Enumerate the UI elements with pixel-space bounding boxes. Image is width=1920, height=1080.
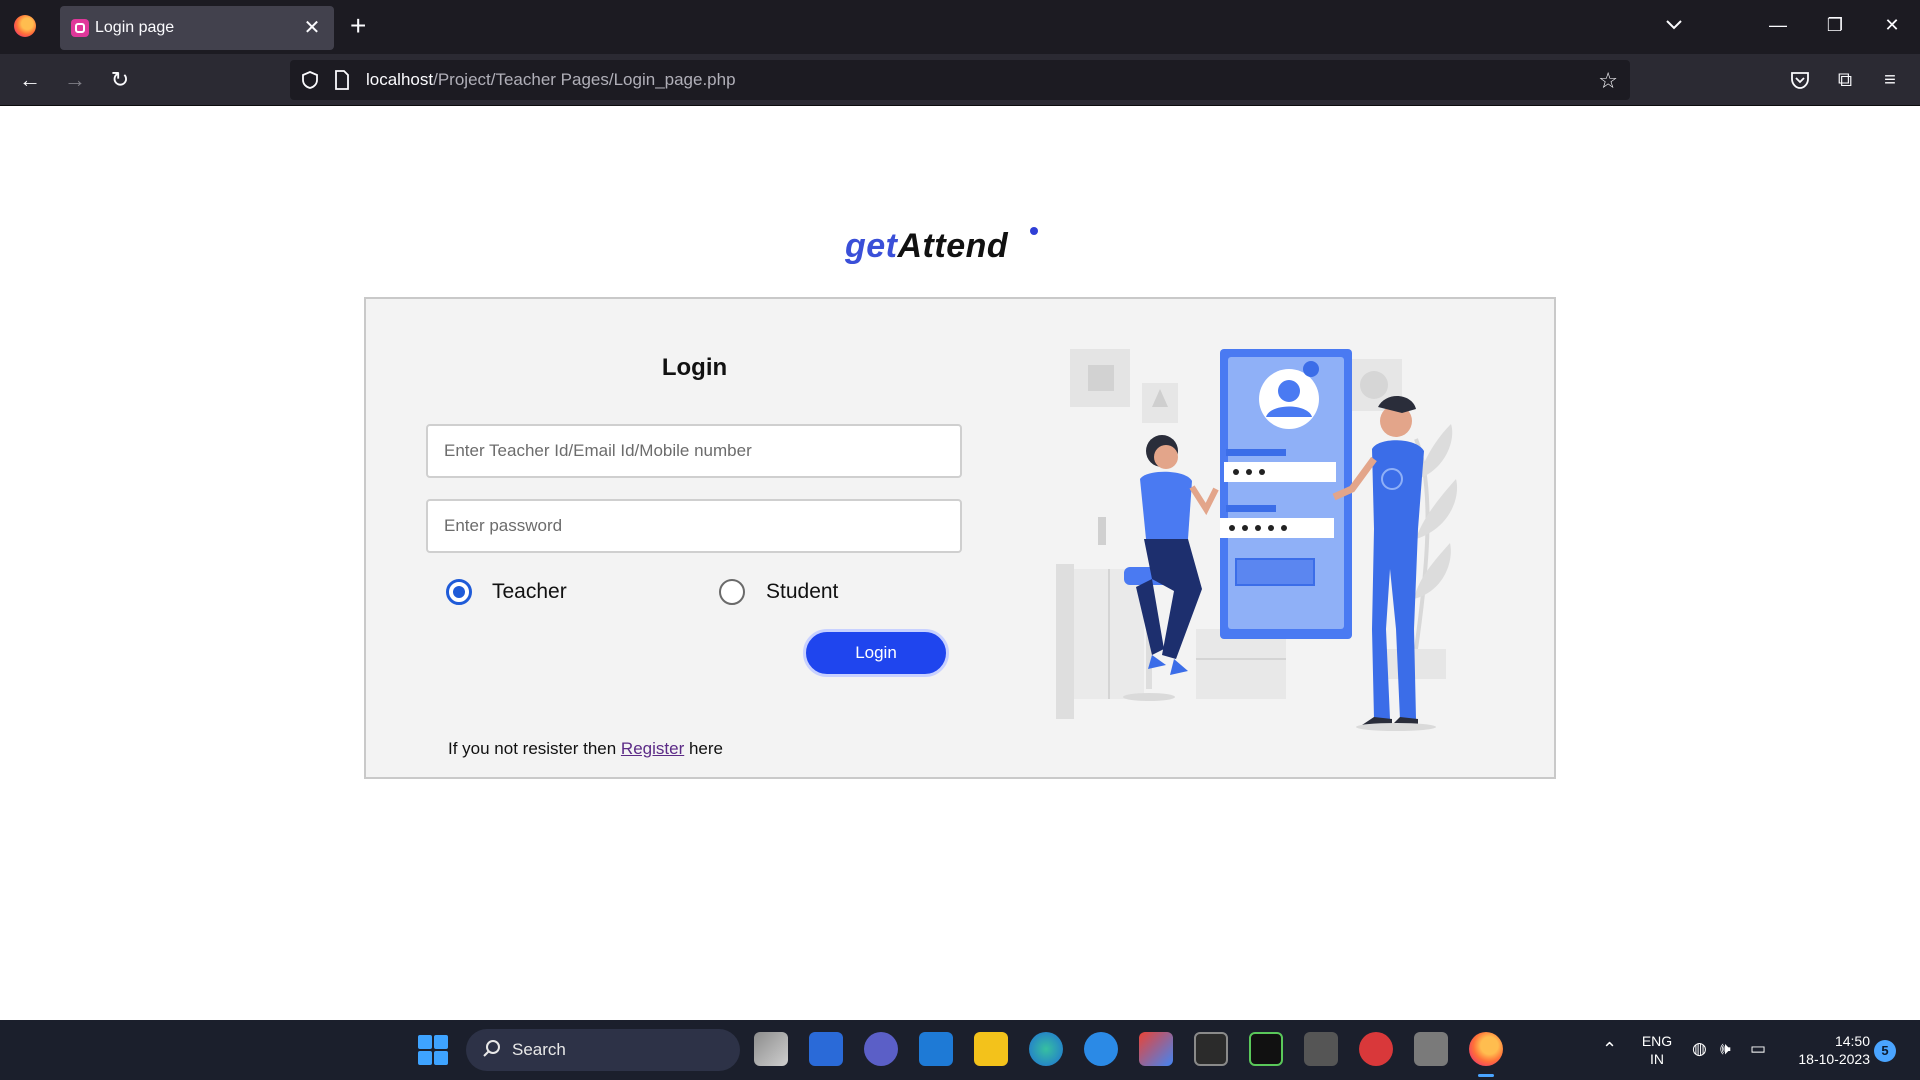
browser-nav-bar: ← → ↻ localhost/Project/Teacher Pages/Lo… [0,54,1920,106]
restore-icon[interactable]: ❐ [1815,10,1855,40]
language-indicator[interactable]: ENG IN [1637,1032,1677,1068]
teacher-radio[interactable] [446,579,472,605]
lang-bottom: IN [1650,1051,1664,1067]
menu-icon[interactable]: ≡ [1876,66,1904,94]
login-title: Login [661,354,728,381]
register-prompt: If you not resister then Register here [448,739,723,759]
minimize-icon[interactable]: — [1758,10,1798,40]
tab-title: Login page [95,19,175,36]
new-tab-button[interactable]: + [350,10,366,42]
forward-icon[interactable]: → [61,66,89,94]
bookmark-star-icon[interactable]: ☆ [1598,68,1618,94]
jetbrains-icon[interactable] [1359,1032,1393,1066]
firefox-taskbar-icon[interactable] [1469,1032,1503,1066]
shield-icon[interactable] [300,70,320,90]
task-view-icon[interactable] [754,1032,788,1066]
user-id-input[interactable] [426,424,962,478]
page-info-icon[interactable] [334,70,350,90]
widgets-icon[interactable] [809,1032,843,1066]
url-text[interactable]: localhost/Project/Teacher Pages/Login_pa… [366,70,736,90]
teams-chat-icon[interactable] [864,1032,898,1066]
start-windows-icon[interactable] [418,1035,448,1065]
clock-time: 14:50 [1834,1033,1870,1049]
search-label: Search [512,1040,566,1059]
lang-top: ENG [1641,1033,1673,1049]
brand-get: get [845,227,898,265]
register-prefix: If you not resister then [448,739,621,758]
login-illustration [1056,349,1458,731]
register-link[interactable]: Register [621,739,684,758]
teacher-radio-label[interactable]: Teacher [492,580,567,604]
volume-icon[interactable]: 🕪 [1720,1040,1731,1058]
brand-logo: getAttend [845,227,1008,266]
tab-favicon-icon [71,19,89,37]
firefox-icon[interactable] [14,15,36,37]
file-explorer-icon[interactable] [974,1032,1008,1066]
battery-icon[interactable]: ▭ [1750,1040,1766,1058]
notification-badge[interactable]: 5 [1874,1040,1896,1062]
brand-dot [1030,227,1038,235]
register-suffix: here [684,739,723,758]
gmail-icon[interactable] [1139,1032,1173,1066]
login-card: Login Teacher Student Login If you not r… [364,297,1556,779]
clock[interactable]: 14:50 18-10-2023 [1790,1032,1870,1068]
tray-chevron-icon[interactable]: ⌃ [1602,1040,1617,1058]
url-path: /Project/Teacher Pages/Login_page.php [433,70,736,89]
tab-login-page[interactable]: Login page ✕ [60,6,334,50]
url-host: localhost [366,70,434,89]
vscode-icon[interactable] [919,1032,953,1066]
network-icon[interactable]: ◍ [1692,1040,1707,1058]
taskbar-search[interactable]: Search [466,1029,740,1071]
address-bar[interactable]: localhost/Project/Teacher Pages/Login_pa… [290,60,1630,100]
chevron-down-icon[interactable] [1662,12,1686,36]
page-content: getAttend Login Teacher Student Login If… [0,107,1920,1020]
whatsapp-beta-icon[interactable] [1084,1032,1118,1066]
browser-tab-bar: Login page ✕ + — ❐ ✕ [0,0,1920,54]
close-tab-icon[interactable]: ✕ [300,15,324,40]
pocket-icon[interactable] [1786,66,1814,94]
windows-taskbar: Search ⌃ ENG IN ◍ 🕪 ▭ 14:50 18-10-2023 5 [0,1020,1920,1080]
reload-icon[interactable]: ↻ [106,66,134,94]
password-input[interactable] [426,499,962,553]
login-button[interactable]: Login [803,629,949,677]
student-radio[interactable] [719,579,745,605]
close-window-icon[interactable]: ✕ [1872,10,1912,40]
brand-attend: Attend [897,227,1009,265]
extensions-icon[interactable]: ⧉ [1831,66,1859,94]
back-icon[interactable]: ← [16,66,44,94]
search-icon [483,1040,500,1057]
notepad-plus-icon[interactable] [1249,1032,1283,1066]
cc-app-icon[interactable] [1414,1032,1448,1066]
clock-date: 18-10-2023 [1798,1051,1870,1067]
active-app-indicator [1478,1074,1494,1077]
student-radio-label[interactable]: Student [766,580,838,604]
edge-icon[interactable] [1029,1032,1063,1066]
sublime-icon[interactable] [1304,1032,1338,1066]
terminal-icon[interactable] [1194,1032,1228,1066]
